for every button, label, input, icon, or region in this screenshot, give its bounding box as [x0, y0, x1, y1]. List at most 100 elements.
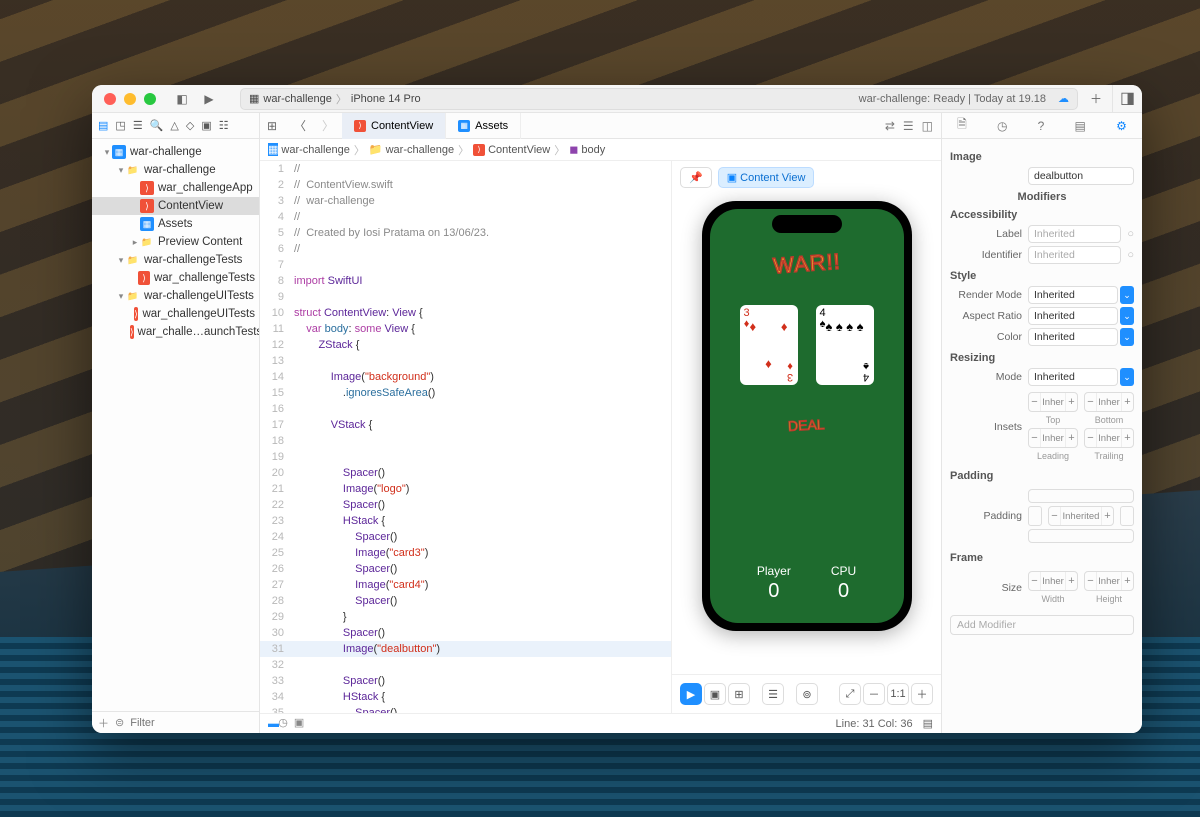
code-line[interactable]: 34 HStack {: [260, 689, 671, 705]
pin-preview-button[interactable]: 📌: [680, 167, 712, 188]
padding-left-toggle[interactable]: [1028, 506, 1042, 526]
code-line[interactable]: 29 }: [260, 609, 671, 625]
report-nav-icon[interactable]: ☷: [219, 119, 229, 132]
code-line[interactable]: 9: [260, 289, 671, 305]
project-nav-icon[interactable]: ▤: [98, 119, 108, 132]
tree-item[interactable]: ▦Assets: [92, 215, 259, 233]
code-line[interactable]: 2// ContentView.swift: [260, 177, 671, 193]
inspector-toggle-icon[interactable]: ◨: [1112, 85, 1142, 113]
add-icon[interactable]: ＋: [98, 715, 109, 731]
tree-item[interactable]: ▾📁war-challengeUITests: [92, 287, 259, 305]
zoom-fit-button[interactable]: ⤢: [839, 683, 861, 705]
code-line[interactable]: 32: [260, 657, 671, 673]
dot-icon[interactable]: ○: [1127, 228, 1134, 240]
code-line[interactable]: 30 Spacer(): [260, 625, 671, 641]
preview-selector[interactable]: ▣ Content View: [718, 167, 815, 188]
height-stepper[interactable]: −Inher+: [1084, 571, 1134, 591]
inset-leading-stepper[interactable]: −Inher+: [1028, 428, 1078, 448]
width-stepper[interactable]: −Inher+: [1028, 571, 1078, 591]
aspect-ratio-select[interactable]: Inherited: [1028, 307, 1118, 325]
color-select[interactable]: Inherited: [1028, 328, 1118, 346]
jump-bar[interactable]: ▦war-challenge 〉 📁war-challenge 〉 ⟩Conte…: [260, 139, 941, 161]
code-line[interactable]: 15 .ignoresSafeArea(): [260, 385, 671, 401]
filter-input[interactable]: [130, 717, 272, 729]
tree-item[interactable]: ⟩war_challengeUITests: [92, 305, 259, 323]
inset-trailing-stepper[interactable]: −Inher+: [1084, 428, 1134, 448]
inset-top-stepper[interactable]: −Inher+: [1028, 392, 1078, 412]
code-line[interactable]: 3// war-challenge: [260, 193, 671, 209]
tab-contentview[interactable]: ⟩ ContentView: [342, 113, 446, 139]
tree-item[interactable]: ⟩ContentView: [92, 197, 259, 215]
breadcrumb-icon[interactable]: ▬: [268, 718, 279, 730]
symbol-nav-icon[interactable]: ☰: [133, 119, 143, 132]
add-modifier-field[interactable]: Add Modifier: [950, 615, 1134, 635]
code-line[interactable]: 21 Image("logo"): [260, 481, 671, 497]
acc-id-field[interactable]: Inherited: [1028, 246, 1121, 264]
padding-top-toggle[interactable]: [1028, 489, 1134, 503]
code-line[interactable]: 17 VStack {: [260, 417, 671, 433]
chevron-down-icon[interactable]: ⌄: [1120, 368, 1134, 386]
project-root[interactable]: ▾▦war-challenge: [92, 143, 259, 161]
code-line[interactable]: 11 var body: some View {: [260, 321, 671, 337]
code-line[interactable]: 8import SwiftUI: [260, 273, 671, 289]
code-line[interactable]: 26 Spacer(): [260, 561, 671, 577]
padding-bottom-toggle[interactable]: [1028, 529, 1134, 543]
chevron-down-icon[interactable]: ⌄: [1120, 328, 1134, 346]
tree-item[interactable]: ▾📁war-challenge: [92, 161, 259, 179]
code-line[interactable]: 16: [260, 401, 671, 417]
code-line[interactable]: 27 Image("card4"): [260, 577, 671, 593]
close-button[interactable]: [104, 93, 116, 105]
code-line[interactable]: 20 Spacer(): [260, 465, 671, 481]
code-line[interactable]: 4//: [260, 209, 671, 225]
sidebar-toggle-icon[interactable]: ◧: [174, 91, 190, 107]
identity-inspector-icon[interactable]: ▤: [1075, 119, 1086, 133]
zoom-button[interactable]: [144, 93, 156, 105]
editor-layout-icon[interactable]: ⇄: [885, 119, 895, 133]
dot-icon[interactable]: ○: [1127, 249, 1134, 261]
tab-assets[interactable]: ▦ Assets: [446, 113, 521, 139]
code-line[interactable]: 12 ZStack {: [260, 337, 671, 353]
attributes-inspector-icon[interactable]: ⚙: [1116, 119, 1127, 133]
code-line[interactable]: 13: [260, 353, 671, 369]
tree-item[interactable]: ⟩war_challe…aunchTests: [92, 323, 259, 341]
project-tree[interactable]: ▾▦war-challenge▾📁war-challenge ⟩war_chal…: [92, 139, 259, 711]
preferences-button[interactable]: ⊚: [796, 683, 818, 705]
minimap-icon[interactable]: ▤: [923, 717, 933, 730]
find-nav-icon[interactable]: 🔍: [150, 119, 164, 132]
code-line[interactable]: 25 Image("card3"): [260, 545, 671, 561]
history-inspector-icon[interactable]: ◷: [997, 119, 1007, 133]
live-preview-button[interactable]: ▶: [680, 683, 702, 705]
code-line[interactable]: 6//: [260, 241, 671, 257]
scheme-status-bar[interactable]: ▦ war-challenge 〉 iPhone 14 Pro war-chal…: [240, 88, 1078, 110]
tree-item[interactable]: ⟩war_challengeTests: [92, 269, 259, 287]
tree-item[interactable]: ⟩war_challengeApp: [92, 179, 259, 197]
file-inspector-icon[interactable]: 🗎: [957, 115, 967, 136]
render-mode-select[interactable]: Inherited: [1028, 286, 1118, 304]
device-settings-button[interactable]: ☰: [762, 683, 784, 705]
zoom-out-button[interactable]: －: [863, 683, 885, 705]
code-line[interactable]: 24 Spacer(): [260, 529, 671, 545]
device-screen[interactable]: WAR!! 3♦ ♦♦♦ 3♦ 4♠ ♠♠♠♠: [710, 209, 904, 623]
code-line[interactable]: 33 Spacer(): [260, 673, 671, 689]
add-button[interactable]: ＋: [1086, 91, 1106, 107]
code-line[interactable]: 18: [260, 433, 671, 449]
tree-item[interactable]: ▸📁Preview Content: [92, 233, 259, 251]
tree-item[interactable]: ▾📁war-challengeTests: [92, 251, 259, 269]
code-editor[interactable]: 1//2// ContentView.swift3// war-challeng…: [260, 161, 671, 713]
resize-mode-select[interactable]: Inherited: [1028, 368, 1118, 386]
code-line[interactable]: 1//: [260, 161, 671, 177]
add-editor-icon[interactable]: ◫: [922, 119, 933, 133]
padding-stepper[interactable]: −Inherited+: [1048, 506, 1114, 526]
forward-icon[interactable]: 〉: [320, 118, 336, 134]
code-line[interactable]: 31 Image("dealbutton"): [260, 641, 671, 657]
code-line[interactable]: 19: [260, 449, 671, 465]
filter-scope-icon[interactable]: ⊜: [115, 716, 124, 729]
test-nav-icon[interactable]: ◇: [186, 119, 194, 132]
code-line[interactable]: 35 Spacer(): [260, 705, 671, 713]
chevron-down-icon[interactable]: ⌄: [1120, 307, 1134, 325]
related-items-icon[interactable]: ⊞: [264, 118, 280, 134]
code-line[interactable]: 14 Image("background"): [260, 369, 671, 385]
variants-button[interactable]: ⊞: [728, 683, 750, 705]
adjust-editor-icon[interactable]: ☰: [903, 119, 914, 133]
run-button[interactable]: ▶: [196, 91, 222, 107]
